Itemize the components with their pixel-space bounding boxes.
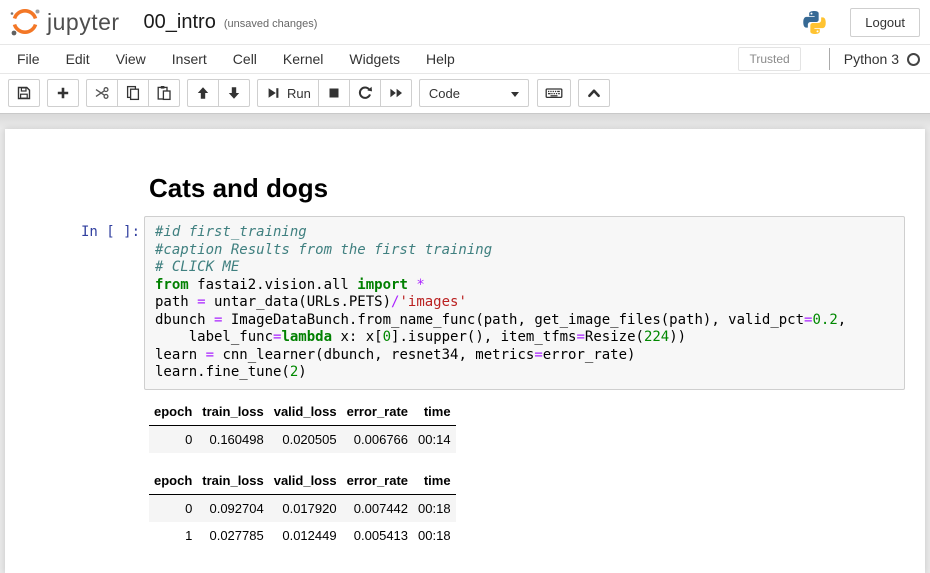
code-line: #id first_training xyxy=(155,224,894,242)
chevron-up-icon xyxy=(586,85,602,101)
notebook-title[interactable]: 00_intro xyxy=(144,11,216,34)
stop-icon xyxy=(326,85,342,101)
table-row: 00.1604980.0205050.00676600:14 xyxy=(149,425,456,453)
code-line: path = untar_data(URLs.PETS)/'images' xyxy=(155,294,894,312)
move-up-icon xyxy=(195,85,211,101)
run-button[interactable]: Run xyxy=(257,79,319,107)
run-group: Run xyxy=(257,79,412,107)
move-group xyxy=(187,79,250,107)
menu-help[interactable]: Help xyxy=(413,46,468,72)
kernel-idle-icon xyxy=(907,53,920,66)
code-line: #caption Results from the first training xyxy=(155,242,894,260)
cell-input-prompt: In [ ]: xyxy=(81,216,139,390)
menu-widgets[interactable]: Widgets xyxy=(336,46,413,72)
add-cell-button[interactable] xyxy=(47,79,79,107)
table-row: 10.0277850.0124490.00541300:18 xyxy=(149,522,456,549)
trusted-button[interactable]: Trusted xyxy=(738,47,800,71)
toolbar: Run xyxy=(0,74,930,113)
save-group xyxy=(8,79,40,107)
table-header-row: epochtrain_lossvalid_losserror_ratetime xyxy=(149,398,456,426)
menu-file[interactable]: File xyxy=(4,46,53,72)
table-header-row: epochtrain_lossvalid_losserror_ratetime xyxy=(149,467,456,495)
menu-cell[interactable]: Cell xyxy=(220,46,270,72)
code-line: learn = cnn_learner(dbunch, resnet34, me… xyxy=(155,347,894,365)
save-icon xyxy=(16,85,32,101)
copy-button[interactable] xyxy=(117,79,149,107)
divider xyxy=(829,48,830,70)
restart-kernel-button[interactable] xyxy=(349,79,381,107)
app-chrome: jupyter 00_intro (unsaved changes) Logou… xyxy=(0,0,930,113)
menubar-right: Trusted Python 3 xyxy=(738,47,920,71)
menu-insert[interactable]: Insert xyxy=(159,46,220,72)
scroll-up-button[interactable] xyxy=(578,79,610,107)
menu-kernel[interactable]: Kernel xyxy=(270,46,336,72)
cell-type-value: Code xyxy=(429,86,460,101)
notebook-container: Cats and dogs In [ ]: #id first_training… xyxy=(5,129,925,573)
code-line: label_func=lambda x: x[0].isupper(), ite… xyxy=(155,329,894,347)
titlebar-right: Logout xyxy=(801,8,920,37)
run-icon xyxy=(265,85,281,101)
copy-icon xyxy=(125,85,141,101)
move-down-icon xyxy=(226,85,242,101)
restart-icon xyxy=(357,85,373,101)
run-button-label: Run xyxy=(287,86,311,101)
cell-type-select[interactable]: Code xyxy=(419,79,529,107)
interrupt-kernel-button[interactable] xyxy=(318,79,350,107)
kernel-name: Python 3 xyxy=(844,51,899,67)
insert-group xyxy=(47,79,79,107)
output-table: epochtrain_lossvalid_losserror_ratetime0… xyxy=(149,398,905,453)
paste-icon xyxy=(156,85,172,101)
move-up-button[interactable] xyxy=(187,79,219,107)
logout-button[interactable]: Logout xyxy=(850,8,920,37)
table-row: 00.0927040.0179200.00744200:18 xyxy=(149,494,456,522)
move-down-button[interactable] xyxy=(218,79,250,107)
menu-view[interactable]: View xyxy=(103,46,159,72)
jupyter-logo[interactable]: jupyter xyxy=(8,7,120,37)
cut-button[interactable] xyxy=(86,79,118,107)
code-editor[interactable]: #id first_training#caption Results from … xyxy=(144,216,905,390)
command-palette-button[interactable] xyxy=(537,79,571,107)
jupyter-logo-text: jupyter xyxy=(47,9,120,36)
code-line: learn.fine_tune(2) xyxy=(155,364,894,382)
edit-group xyxy=(86,79,180,107)
add-cell-icon xyxy=(55,85,71,101)
restart-run-all-button[interactable] xyxy=(380,79,412,107)
code-cell: In [ ]: #id first_training#caption Resul… xyxy=(81,216,905,390)
keyboard-icon xyxy=(545,85,563,101)
code-line: dbunch = ImageDataBunch.from_name_func(p… xyxy=(155,312,894,330)
palette-group xyxy=(537,79,571,107)
paste-button[interactable] xyxy=(148,79,180,107)
code-line: # CLICK ME xyxy=(155,259,894,277)
scroll-group xyxy=(578,79,610,107)
save-button[interactable] xyxy=(8,79,40,107)
markdown-cell-heading[interactable]: Cats and dogs xyxy=(149,174,925,202)
checkpoint-status: (unsaved changes) xyxy=(224,18,318,30)
titlebar: jupyter 00_intro (unsaved changes) Logou… xyxy=(0,0,930,44)
menu-edit[interactable]: Edit xyxy=(53,46,103,72)
cell-output-area: epochtrain_lossvalid_losserror_ratetime0… xyxy=(149,398,905,549)
restart-run-all-icon xyxy=(388,85,404,101)
header-shadow-band xyxy=(0,113,930,129)
python-logo-icon xyxy=(801,9,828,36)
caret-down-icon xyxy=(511,92,519,97)
output-table: epochtrain_lossvalid_losserror_ratetime0… xyxy=(149,467,905,549)
cut-icon xyxy=(94,85,110,101)
menubar: File Edit View Insert Cell Kernel Widget… xyxy=(0,44,930,74)
code-line: from fastai2.vision.all import * xyxy=(155,277,894,295)
jupyter-logo-icon xyxy=(8,7,42,37)
